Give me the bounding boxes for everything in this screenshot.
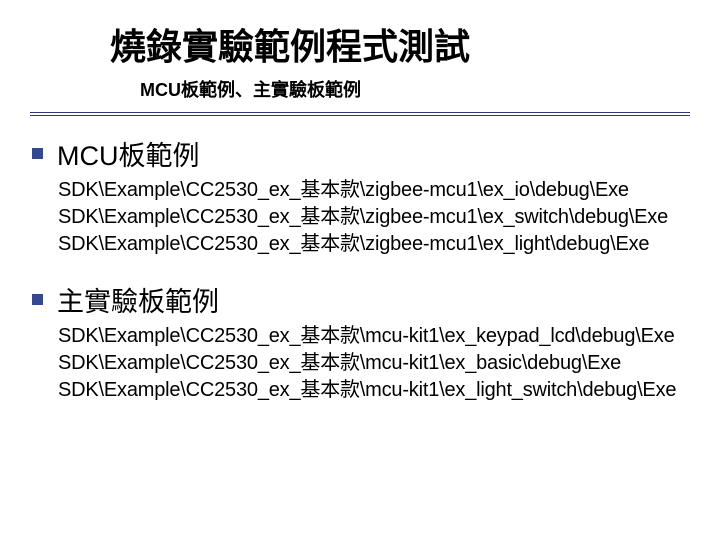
divider	[30, 112, 690, 116]
section-title: MCU板範例	[57, 134, 200, 173]
section-head: MCU板範例	[32, 134, 700, 173]
path-line: SDK\Example\CC2530_ex_基本款\mcu-kit1\ex_ba…	[58, 350, 700, 377]
section-main-board: 主實驗板範例 SDK\Example\CC2530_ex_基本款\mcu-kit…	[32, 280, 700, 404]
path-line: SDK\Example\CC2530_ex_基本款\mcu-kit1\ex_li…	[58, 377, 700, 404]
page-title: 燒錄實驗範例程式測試	[0, 18, 720, 70]
path-list: SDK\Example\CC2530_ex_基本款\zigbee-mcu1\ex…	[58, 177, 700, 258]
path-list: SDK\Example\CC2530_ex_基本款\mcu-kit1\ex_ke…	[58, 323, 700, 404]
path-line: SDK\Example\CC2530_ex_基本款\zigbee-mcu1\ex…	[58, 177, 700, 204]
path-line: SDK\Example\CC2530_ex_基本款\zigbee-mcu1\ex…	[58, 204, 700, 231]
divider-thick	[30, 112, 690, 113]
square-bullet-icon	[32, 148, 43, 159]
section-head: 主實驗板範例	[32, 280, 700, 319]
path-line: SDK\Example\CC2530_ex_基本款\mcu-kit1\ex_ke…	[58, 323, 700, 350]
page-subtitle: MCU板範例、主實驗板範例	[0, 76, 720, 102]
slide: 燒錄實驗範例程式測試 MCU板範例、主實驗板範例 MCU板範例 SDK\Exam…	[0, 0, 720, 540]
section-title: 主實驗板範例	[57, 280, 219, 319]
path-line: SDK\Example\CC2530_ex_基本款\zigbee-mcu1\ex…	[58, 231, 700, 258]
square-bullet-icon	[32, 294, 43, 305]
section-mcu: MCU板範例 SDK\Example\CC2530_ex_基本款\zigbee-…	[32, 134, 700, 258]
divider-thin	[30, 115, 690, 116]
